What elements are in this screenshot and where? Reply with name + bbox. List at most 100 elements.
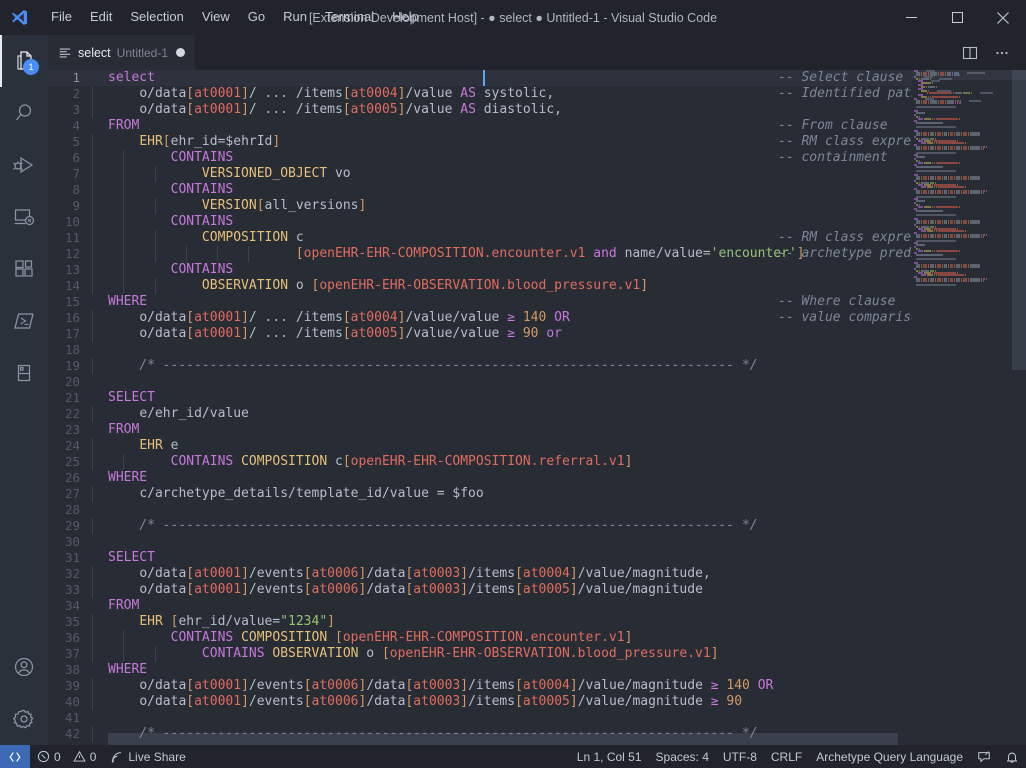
- minimap-slider[interactable]: [912, 70, 1026, 80]
- menu-file[interactable]: File: [42, 5, 81, 29]
- code-text[interactable]: o/data[at0001]/ ... /items[at0004]/value…: [92, 86, 912, 102]
- code-text[interactable]: FROM: [92, 422, 139, 438]
- sidebar-item-extensions[interactable]: [0, 243, 48, 295]
- code-text[interactable]: VERSION[all_versions]: [92, 198, 366, 214]
- accounts-button[interactable]: [0, 641, 48, 693]
- menu-go[interactable]: Go: [239, 5, 274, 29]
- split-editor-right-button[interactable]: [956, 39, 984, 67]
- code-line[interactable]: 28: [48, 502, 912, 518]
- code-text[interactable]: /* -------------------------------------…: [92, 358, 758, 374]
- code-text[interactable]: VERSIONED_OBJECT vo: [92, 166, 351, 182]
- remote-indicator-button[interactable]: [0, 745, 30, 768]
- vertical-scrollbar[interactable]: [1012, 70, 1026, 745]
- menu-bar[interactable]: File Edit Selection View Go Run Terminal…: [38, 0, 428, 35]
- menu-help[interactable]: Help: [383, 5, 428, 29]
- code-viewport[interactable]: 1 select -- Select clause 2 o/data[at0001]/…: [48, 70, 912, 745]
- code-line[interactable]: 38 WHERE: [48, 662, 912, 678]
- menu-edit[interactable]: Edit: [81, 5, 121, 29]
- problems-button[interactable]: 0 0: [30, 745, 103, 768]
- window-controls[interactable]: [888, 0, 1026, 35]
- code-line[interactable]: 14 OBSERVATION o [openEHR-EHR-OBSERVATIO…: [48, 278, 912, 294]
- code-text[interactable]: WHERE: [92, 470, 147, 486]
- code-line[interactable]: 6 CONTAINS -- containment: [48, 150, 912, 166]
- code-text[interactable]: o/data[at0001]/ ... /items[at0005]/value…: [92, 102, 562, 118]
- notifications-button[interactable]: [998, 745, 1026, 768]
- code-line[interactable]: 40 o/data[at0001]/events[at0006]/data[at…: [48, 694, 912, 710]
- editor-encoding-button[interactable]: UTF-8: [716, 745, 764, 768]
- feedback-button[interactable]: [970, 745, 998, 768]
- code-text[interactable]: FROM -- From clause: [92, 118, 888, 134]
- code-line[interactable]: 15 WHERE -- Where clause: [48, 294, 912, 310]
- code-line[interactable]: 37 CONTAINS OBSERVATION o [openEHR-EHR-O…: [48, 646, 912, 662]
- minimize-button[interactable]: [888, 0, 934, 35]
- code-line[interactable]: 30: [48, 534, 912, 550]
- editor-eol-button[interactable]: CRLF: [764, 745, 809, 768]
- sidebar-item-explorer[interactable]: 1: [0, 35, 48, 87]
- code-text[interactable]: o/data[at0001]/events[at0006]/data[at000…: [92, 678, 773, 694]
- code-line[interactable]: 24 EHR e: [48, 438, 912, 454]
- code-text[interactable]: o/data[at0001]/events[at0006]/data[at000…: [92, 582, 703, 598]
- sidebar-item-search[interactable]: [0, 87, 48, 139]
- code-line[interactable]: 32 o/data[at0001]/events[at0006]/data[at…: [48, 566, 912, 582]
- code-text[interactable]: SELECT: [92, 390, 155, 406]
- code-line[interactable]: 21 SELECT: [48, 390, 912, 406]
- manage-settings-button[interactable]: [0, 693, 48, 745]
- sidebar-item-powershell[interactable]: [0, 295, 48, 347]
- text-editor[interactable]: 1 select -- Select clause 2 o/data[at0001]/…: [48, 70, 1026, 745]
- code-text[interactable]: o/data[at0001]/ ... /items[at0005]/value…: [92, 326, 562, 342]
- editor-language-button[interactable]: Archetype Query Language: [809, 745, 970, 768]
- code-text[interactable]: CONTAINS -- containment: [92, 150, 888, 166]
- code-line[interactable]: 13 CONTAINS: [48, 262, 912, 278]
- code-text[interactable]: CONTAINS COMPOSITION c[openEHR-EHR-COMPO…: [92, 454, 632, 470]
- code-text[interactable]: EHR e: [92, 438, 178, 454]
- minimap[interactable]: [912, 70, 1026, 745]
- code-line[interactable]: 36 CONTAINS COMPOSITION [openEHR-EHR-COM…: [48, 630, 912, 646]
- menu-run[interactable]: Run: [274, 5, 316, 29]
- code-text[interactable]: CONTAINS: [92, 182, 233, 198]
- editor-indentation-button[interactable]: Spaces: 4: [649, 745, 716, 768]
- code-text[interactable]: select -- Select clause: [92, 70, 903, 86]
- code-text[interactable]: /* -------------------------------------…: [92, 518, 758, 534]
- code-line[interactable]: 8 CONTAINS: [48, 182, 912, 198]
- code-line[interactable]: 33 o/data[at0001]/events[at0006]/data[at…: [48, 582, 912, 598]
- code-line[interactable]: 11 COMPOSITION c -- RM class expression: [48, 230, 912, 246]
- menu-terminal[interactable]: Terminal: [316, 5, 383, 29]
- code-text[interactable]: CONTAINS COMPOSITION [openEHR-EHR-COMPOS…: [92, 630, 632, 646]
- close-button[interactable]: [980, 0, 1026, 35]
- code-text[interactable]: EHR [ehr_id/value="1234"]: [92, 614, 335, 630]
- code-text[interactable]: o/data[at0001]/events[at0006]/data[at000…: [92, 694, 742, 710]
- sidebar-item-remote-explorer[interactable]: [0, 191, 48, 243]
- code-line[interactable]: 34 FROM: [48, 598, 912, 614]
- maximize-button[interactable]: [934, 0, 980, 35]
- code-text[interactable]: FROM: [92, 598, 139, 614]
- tab-dirty-indicator[interactable]: [176, 48, 186, 57]
- code-line[interactable]: 12 [openEHR-EHR-COMPOSITION.encounter.v1…: [48, 246, 912, 262]
- code-line[interactable]: 31 SELECT: [48, 550, 912, 566]
- code-text[interactable]: WHERE: [92, 662, 147, 678]
- code-text[interactable]: CONTAINS: [92, 262, 233, 278]
- code-line[interactable]: 29 /* ----------------------------------…: [48, 518, 912, 534]
- code-line[interactable]: 35 EHR [ehr_id/value="1234"]: [48, 614, 912, 630]
- code-line[interactable]: 26 WHERE: [48, 470, 912, 486]
- sidebar-item-database[interactable]: [0, 347, 48, 399]
- horizontal-scrollbar-thumb[interactable]: [108, 733, 898, 745]
- code-line[interactable]: 19 /* ----------------------------------…: [48, 358, 912, 374]
- code-text[interactable]: EHR[ehr_id=$ehrId] -- RM class expression: [92, 134, 912, 150]
- tab-select[interactable]: select Untitled-1: [48, 35, 197, 70]
- code-text[interactable]: SELECT: [92, 550, 155, 566]
- code-line[interactable]: 27 c/archetype_details/template_id/value…: [48, 486, 912, 502]
- code-text[interactable]: COMPOSITION c -- RM class expression: [92, 230, 912, 246]
- code-line[interactable]: 22 e/ehr_id/value: [48, 406, 912, 422]
- code-text[interactable]: o/data[at0001]/events[at0006]/data[at000…: [92, 566, 711, 582]
- code-line[interactable]: 16 o/data[at0001]/ ... /items[at0004]/va…: [48, 310, 912, 326]
- code-line[interactable]: 4 FROM -- From clause: [48, 118, 912, 134]
- more-actions-button[interactable]: [988, 39, 1016, 67]
- menu-selection[interactable]: Selection: [121, 5, 192, 29]
- code-text[interactable]: o/data[at0001]/ ... /items[at0004]/value…: [92, 310, 912, 326]
- live-share-button[interactable]: Live Share: [103, 745, 192, 768]
- code-line[interactable]: 1 select -- Select clause: [48, 70, 912, 86]
- code-line[interactable]: 20: [48, 374, 912, 390]
- code-line[interactable]: 5 EHR[ehr_id=$ehrId] -- RM class expressi…: [48, 134, 912, 150]
- code-line[interactable]: 3 o/data[at0001]/ ... /items[at0005]/val…: [48, 102, 912, 118]
- code-line[interactable]: 9 VERSION[all_versions]: [48, 198, 912, 214]
